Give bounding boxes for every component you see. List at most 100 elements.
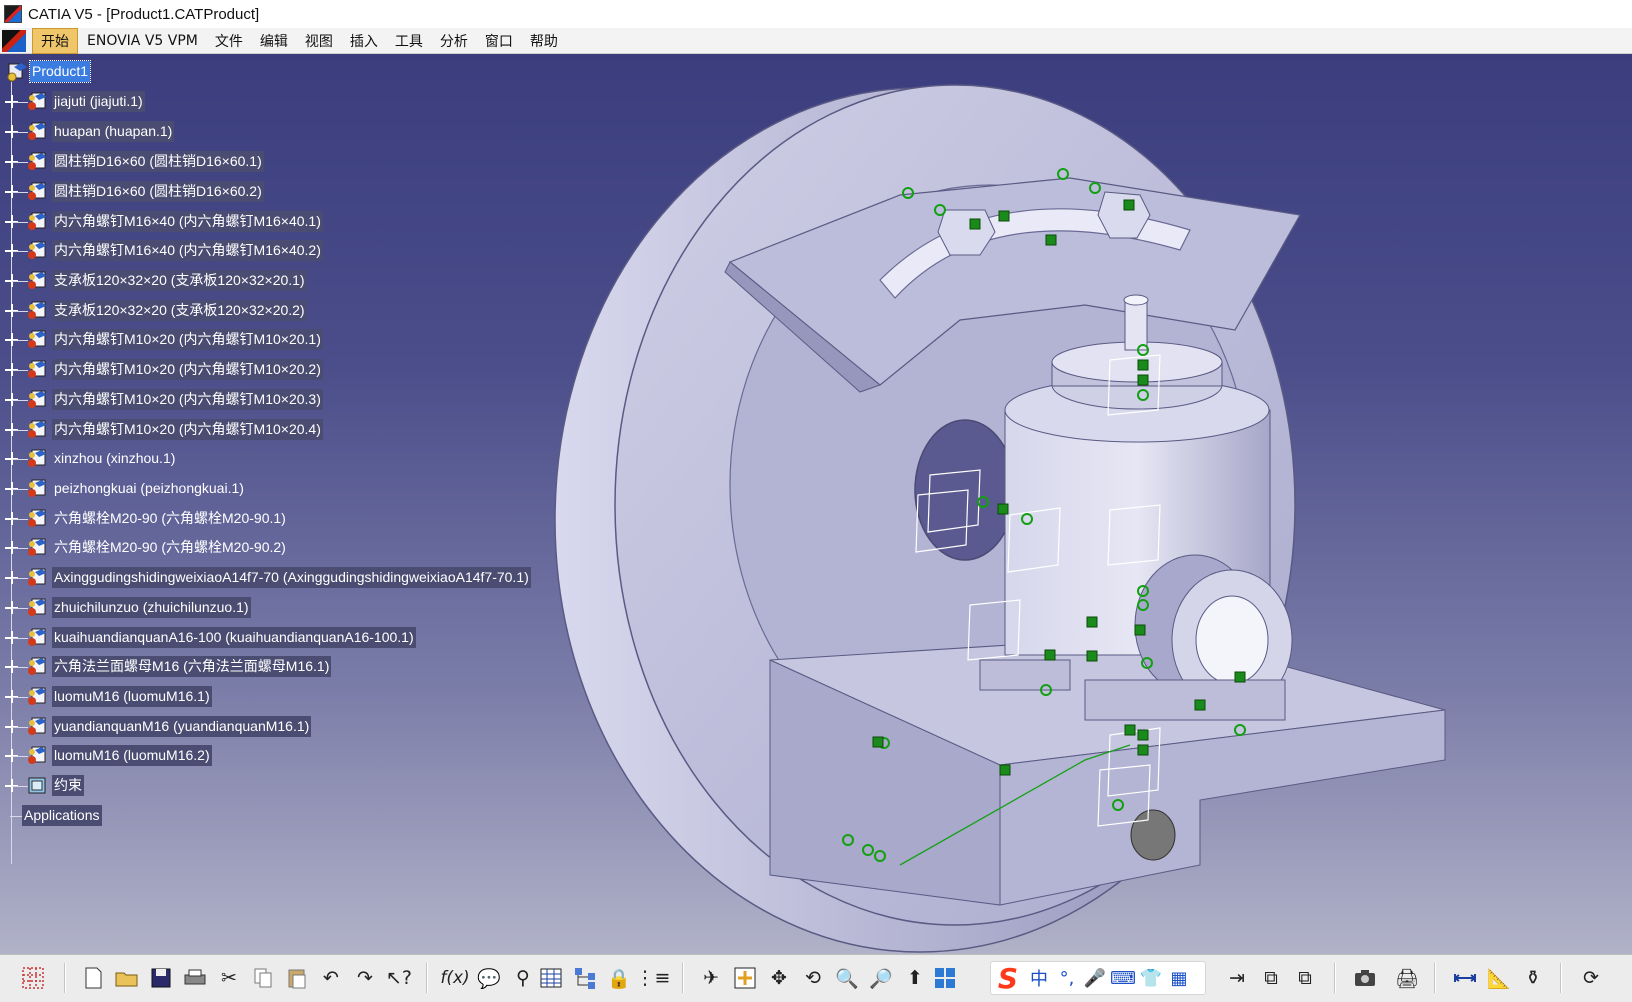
- tree-node-label[interactable]: 内六角螺钉M16×40 (内六角螺钉M16×40.1): [52, 211, 323, 232]
- measure-between-icon[interactable]: [1450, 963, 1480, 993]
- pan-icon[interactable]: ✥: [764, 963, 794, 993]
- print-setup-icon[interactable]: 🖨: [1392, 963, 1422, 993]
- tree-node-label[interactable]: 支承板120×32×20 (支承板120×32×20.1): [52, 270, 307, 291]
- tree-root-label[interactable]: Product1: [28, 60, 92, 83]
- new-file-icon[interactable]: [78, 963, 108, 993]
- lock-icon[interactable]: 🔒: [604, 963, 634, 993]
- capture-icon[interactable]: [1350, 963, 1380, 993]
- shaft-top: [1123, 294, 1149, 306]
- menu-start[interactable]: 开始: [32, 27, 78, 54]
- tree-trunk-line: [11, 82, 12, 864]
- part-icon: [28, 657, 46, 675]
- swap-visible-icon[interactable]: ⧉: [1256, 963, 1286, 993]
- open-folder-icon[interactable]: [112, 963, 142, 993]
- tree-applications-label[interactable]: Applications: [22, 805, 102, 826]
- ime-mode-toggle[interactable]: 中: [1025, 965, 1053, 991]
- part-icon: [28, 449, 46, 467]
- tree-node-label[interactable]: jiajuti (jiajuti.1): [52, 91, 145, 112]
- hide-show-icon[interactable]: ⇥: [1222, 963, 1252, 993]
- product-structure-icon[interactable]: [570, 963, 600, 993]
- zoom-in-icon[interactable]: 🔍: [832, 963, 862, 993]
- swap-space-icon[interactable]: ⧉: [1290, 963, 1320, 993]
- part-icon: [28, 687, 46, 705]
- keyboard-icon[interactable]: ⌨: [1109, 968, 1137, 989]
- formula-icon[interactable]: f(x): [440, 963, 470, 993]
- part-icon: [28, 390, 46, 408]
- part-icon: [28, 420, 46, 438]
- ime-toolbar[interactable]: S 中 °, 🎤 ⌨ 👕 ▦: [990, 961, 1206, 995]
- tree-constraints-label[interactable]: 约束: [52, 775, 84, 796]
- menu-file[interactable]: 文件: [207, 29, 251, 53]
- part-icon: [28, 538, 46, 556]
- tree-node-label[interactable]: zhuichilunzuo (zhuichilunzuo.1): [52, 597, 251, 618]
- tree-node-label[interactable]: 内六角螺钉M16×40 (内六角螺钉M16×40.2): [52, 240, 323, 261]
- tree-node-label[interactable]: luomuM16 (luomuM16.2): [52, 745, 212, 766]
- menu-insert[interactable]: 插入: [342, 29, 386, 53]
- rotate-icon[interactable]: ⟲: [798, 963, 828, 993]
- menu-enovia[interactable]: ENOVIA V5 VPM: [79, 31, 206, 51]
- update-icon[interactable]: ⟳: [1576, 963, 1606, 993]
- support-plate-left: [979, 659, 1071, 691]
- part-icon: [28, 212, 46, 230]
- menu-analyze[interactable]: 分析: [432, 29, 476, 53]
- copy-icon[interactable]: [248, 963, 278, 993]
- tree-node-label[interactable]: 内六角螺钉M10×20 (内六角螺钉M10×20.1): [52, 329, 323, 350]
- print-icon[interactable]: [180, 963, 210, 993]
- bottom-toolbar: ✂ ↶ ↷ ↖? f(x) 💬 ⚲ 🔒 ⋮≡ ✈ ✥ ⟲ 🔍 🔎 ⬆ ⇥ ⧉ ⧉…: [0, 954, 1632, 1002]
- tree-node-label[interactable]: 六角法兰面螺母M16 (六角法兰面螺母M16.1): [52, 656, 332, 677]
- fit-all-icon[interactable]: [730, 963, 760, 993]
- tree-node-label[interactable]: luomuM16 (luomuM16.1): [52, 686, 212, 707]
- sogou-logo-icon[interactable]: S: [991, 961, 1025, 995]
- tree-node-label[interactable]: AxinggudingshidingweixiaoA14f7-70 (Axing…: [52, 567, 531, 588]
- select-grid-icon[interactable]: [18, 963, 48, 993]
- 3d-viewport[interactable]: Product1 jiajuti (jiajuti.1) huapan (hua…: [0, 54, 1632, 954]
- menu-tools[interactable]: 工具: [387, 29, 431, 53]
- tree-node-label[interactable]: 六角螺栓M20-90 (六角螺栓M20-90.2): [52, 537, 288, 558]
- fly-mode-icon[interactable]: ✈: [696, 963, 726, 993]
- title-bar: CATIA V5 - [Product1.CATProduct]: [0, 0, 1632, 28]
- tree-node-label[interactable]: 圆柱销D16×60 (圆柱销D16×60.1): [52, 151, 264, 172]
- comment-icon[interactable]: 💬: [474, 963, 504, 993]
- cut-icon[interactable]: ✂: [214, 963, 244, 993]
- mic-icon[interactable]: 🎤: [1081, 968, 1109, 989]
- part-icon: [28, 360, 46, 378]
- catia-logo-icon[interactable]: [2, 29, 26, 52]
- shaft: [1124, 299, 1148, 351]
- normal-view-icon[interactable]: ⬆: [900, 963, 930, 993]
- tree-node-label[interactable]: 支承板120×32×20 (支承板120×32×20.2): [52, 300, 307, 321]
- multi-view-icon[interactable]: [930, 963, 960, 993]
- undo-icon[interactable]: ↶: [316, 963, 346, 993]
- menu-edit[interactable]: 编辑: [252, 29, 296, 53]
- catia-app-icon[interactable]: [4, 5, 22, 23]
- tree-node-label[interactable]: peizhongkuai (peizhongkuai.1): [52, 478, 246, 499]
- whats-this-icon[interactable]: ↖?: [384, 963, 414, 993]
- menu-view[interactable]: 视图: [297, 29, 341, 53]
- menu-bar: 开始 ENOVIA V5 VPM 文件 编辑 视图 插入 工具 分析 窗口 帮助: [0, 27, 1632, 54]
- tree-node-label[interactable]: 六角螺栓M20-90 (六角螺栓M20-90.1): [52, 508, 288, 529]
- tree-node-label[interactable]: 内六角螺钉M10×20 (内六角螺钉M10×20.3): [52, 389, 323, 410]
- save-icon[interactable]: [146, 963, 176, 993]
- redo-icon[interactable]: ↷: [350, 963, 380, 993]
- shirt-icon[interactable]: 👕: [1137, 968, 1165, 989]
- tree-node-label[interactable]: 内六角螺钉M10×20 (内六角螺钉M10×20.2): [52, 359, 323, 380]
- menu-help[interactable]: 帮助: [522, 29, 566, 53]
- tree-node-label[interactable]: yuandianquanM16 (yuandianquanM16.1): [52, 716, 312, 737]
- tree-node-label[interactable]: xinzhou (xinzhou.1): [52, 448, 177, 469]
- paste-icon[interactable]: [282, 963, 312, 993]
- apps-icon[interactable]: ▦: [1165, 968, 1193, 989]
- tree-node-label[interactable]: huapan (huapan.1): [52, 121, 175, 142]
- part-icon: [28, 301, 46, 319]
- part-icon: [28, 92, 46, 110]
- menu-window[interactable]: 窗口: [477, 29, 521, 53]
- measure-item-icon[interactable]: 📐: [1484, 963, 1514, 993]
- specification-tree: Product1 jiajuti (jiajuti.1) huapan (hua…: [0, 54, 620, 954]
- tree-node-label[interactable]: 内六角螺钉M10×20 (内六角螺钉M10×20.4): [52, 419, 323, 440]
- tree-node-label[interactable]: 圆柱销D16×60 (圆柱销D16×60.2): [52, 181, 264, 202]
- knowledge-icon[interactable]: ⚲: [508, 963, 538, 993]
- ime-punct-toggle[interactable]: °,: [1053, 968, 1081, 989]
- measure-inertia-icon[interactable]: ⚱: [1518, 963, 1548, 993]
- table-icon[interactable]: [536, 963, 566, 993]
- constraint-list-icon[interactable]: ⋮≡: [636, 963, 671, 993]
- zoom-out-icon[interactable]: 🔎: [866, 963, 896, 993]
- tree-node-label[interactable]: kuaihuandianquanA16-100 (kuaihuandianqua…: [52, 627, 416, 648]
